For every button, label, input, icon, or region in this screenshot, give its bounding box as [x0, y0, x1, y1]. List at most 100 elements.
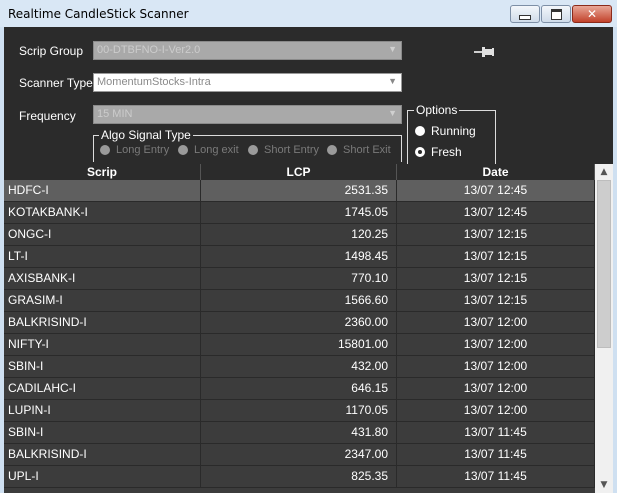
cell-lcp[interactable]: 2531.35	[201, 180, 397, 201]
cell-lcp[interactable]: 770.10	[201, 268, 397, 289]
cell-date[interactable]: 13/07 12:45	[397, 202, 595, 223]
column-header-scrip[interactable]: Scrip	[4, 164, 201, 180]
cell-scrip[interactable]: BALKRISIND-I	[4, 444, 201, 465]
cell-lcp[interactable]: 2347.00	[201, 444, 397, 465]
cell-scrip[interactable]: AXISBANK-I	[4, 268, 201, 289]
cell-date[interactable]: 13/07 12:15	[397, 224, 595, 245]
cell-date[interactable]: 13/07 12:00	[397, 400, 595, 421]
scroll-up-icon[interactable]: ▲	[595, 164, 613, 180]
maximize-icon	[550, 8, 562, 20]
cell-date[interactable]: 13/07 12:15	[397, 246, 595, 267]
radio-label: Fresh	[431, 145, 462, 159]
table-row[interactable]: HDFC-I 2531.35 13/07 12:45	[4, 180, 595, 202]
cell-date[interactable]: 13/07 12:00	[397, 312, 595, 333]
settings-panel: Scrip Group 00-DTBFNO-I-Ver2.0 ▼ Scanner…	[4, 27, 613, 164]
scanner-type-value: MomentumStocks-Intra	[97, 76, 211, 88]
table-row[interactable]: SBIN-I 432.00 13/07 12:00	[4, 356, 595, 378]
cell-scrip[interactable]: LUPIN-I	[4, 400, 201, 421]
frequency-value: 15 MIN	[97, 108, 133, 120]
radio-label: Short Exit	[343, 144, 391, 156]
chevron-down-icon: ▼	[388, 76, 397, 86]
column-header-date[interactable]: Date	[397, 164, 595, 180]
cell-lcp[interactable]: 1745.05	[201, 202, 397, 223]
cell-lcp[interactable]: 825.35	[201, 466, 397, 487]
close-button[interactable]: ✕	[572, 5, 612, 23]
table-row[interactable]: ONGC-I 120.25 13/07 12:15	[4, 224, 595, 246]
radio-fresh[interactable]: Fresh	[415, 145, 462, 159]
table-row[interactable]: KOTAKBANK-I 1745.05 13/07 12:45	[4, 202, 595, 224]
cell-date[interactable]: 13/07 12:00	[397, 356, 595, 377]
scroll-down-icon[interactable]: ▼	[595, 477, 613, 493]
table-row[interactable]: CADILAHC-I 646.15 13/07 12:00	[4, 378, 595, 400]
cell-date[interactable]: 13/07 12:15	[397, 268, 595, 289]
frequency-label: Frequency	[19, 109, 76, 123]
radio-running[interactable]: Running	[415, 124, 476, 138]
cell-date[interactable]: 13/07 12:00	[397, 334, 595, 355]
radio-button-icon	[415, 126, 425, 136]
scrip-group-label: Scrip Group	[19, 44, 84, 58]
scrip-group-dropdown[interactable]: 00-DTBFNO-I-Ver2.0 ▼	[93, 41, 402, 60]
table-row[interactable]: AXISBANK-I 770.10 13/07 12:15	[4, 268, 595, 290]
scanner-type-dropdown[interactable]: MomentumStocks-Intra ▼	[93, 73, 402, 92]
radio-label: Running	[431, 124, 476, 138]
cell-scrip[interactable]: ONGC-I	[4, 224, 201, 245]
scrip-group-value: 00-DTBFNO-I-Ver2.0	[97, 44, 201, 56]
table-row[interactable]: LUPIN-I 1170.05 13/07 12:00	[4, 400, 595, 422]
cell-lcp[interactable]: 15801.00	[201, 334, 397, 355]
cell-lcp[interactable]: 1498.45	[201, 246, 397, 267]
table-row[interactable]: BALKRISIND-I 2360.00 13/07 12:00	[4, 312, 595, 334]
radio-button-icon	[415, 147, 425, 157]
table-row[interactable]: GRASIM-I 1566.60 13/07 12:15	[4, 290, 595, 312]
algo-signal-title: Algo Signal Type	[99, 128, 193, 142]
vertical-scrollbar[interactable]: ▲ ▼	[595, 164, 613, 493]
cell-scrip[interactable]: NIFTY-I	[4, 334, 201, 355]
minimize-icon	[519, 14, 531, 20]
cell-date[interactable]: 13/07 11:45	[397, 422, 595, 443]
radio-short-exit[interactable]: Short Exit	[327, 144, 391, 156]
pin-icon[interactable]	[473, 45, 495, 59]
cell-scrip[interactable]: GRASIM-I	[4, 290, 201, 311]
cell-lcp[interactable]: 646.15	[201, 378, 397, 399]
cell-scrip[interactable]: BALKRISIND-I	[4, 312, 201, 333]
cell-scrip[interactable]: KOTAKBANK-I	[4, 202, 201, 223]
cell-date[interactable]: 13/07 12:45	[397, 180, 595, 201]
cell-lcp[interactable]: 432.00	[201, 356, 397, 377]
cell-lcp[interactable]: 2360.00	[201, 312, 397, 333]
cell-scrip[interactable]: SBIN-I	[4, 356, 201, 377]
chevron-down-icon: ▼	[388, 44, 397, 54]
frequency-dropdown[interactable]: 15 MIN ▼	[93, 105, 402, 124]
radio-short-entry[interactable]: Short Entry	[248, 144, 319, 156]
radio-label: Short Entry	[264, 144, 320, 156]
cell-scrip[interactable]: UPL-I	[4, 466, 201, 487]
cell-date[interactable]: 13/07 12:00	[397, 378, 595, 399]
radio-label: Long exit	[194, 144, 239, 156]
table-row[interactable]: LT-I 1498.45 13/07 12:15	[4, 246, 595, 268]
cell-date[interactable]: 13/07 11:45	[397, 444, 595, 465]
grid-body: HDFC-I 2531.35 13/07 12:45 KOTAKBANK-I 1745.…	[4, 180, 595, 493]
cell-scrip[interactable]: CADILAHC-I	[4, 378, 201, 399]
radio-long-exit[interactable]: Long exit	[178, 144, 239, 156]
table-row[interactable]: UPL-I 825.35 13/07 11:45	[4, 466, 595, 488]
table-row[interactable]: SBIN-I 431.80 13/07 11:45	[4, 422, 595, 444]
column-header-lcp[interactable]: LCP	[201, 164, 397, 180]
scanner-type-label: Scanner Type	[19, 76, 93, 90]
chevron-down-icon: ▼	[388, 108, 397, 118]
cell-lcp[interactable]: 1566.60	[201, 290, 397, 311]
cell-lcp[interactable]: 120.25	[201, 224, 397, 245]
radio-long-entry[interactable]: Long Entry	[100, 144, 169, 156]
cell-date[interactable]: 13/07 12:15	[397, 290, 595, 311]
window-title: Realtime CandleStick Scanner	[8, 7, 189, 21]
table-row[interactable]: NIFTY-I 15801.00 13/07 12:00	[4, 334, 595, 356]
cell-date[interactable]: 13/07 11:45	[397, 466, 595, 487]
maximize-button[interactable]	[541, 5, 571, 23]
cell-scrip[interactable]: LT-I	[4, 246, 201, 267]
cell-lcp[interactable]: 431.80	[201, 422, 397, 443]
cell-scrip[interactable]: SBIN-I	[4, 422, 201, 443]
cell-lcp[interactable]: 1170.05	[201, 400, 397, 421]
title-bar[interactable]: Realtime CandleStick Scanner ✕	[0, 0, 617, 27]
cell-scrip[interactable]: HDFC-I	[4, 180, 201, 201]
scroll-thumb[interactable]	[597, 180, 611, 348]
radio-button-icon	[327, 145, 337, 155]
table-row[interactable]: BALKRISIND-I 2347.00 13/07 11:45	[4, 444, 595, 466]
minimize-button[interactable]	[510, 5, 540, 23]
